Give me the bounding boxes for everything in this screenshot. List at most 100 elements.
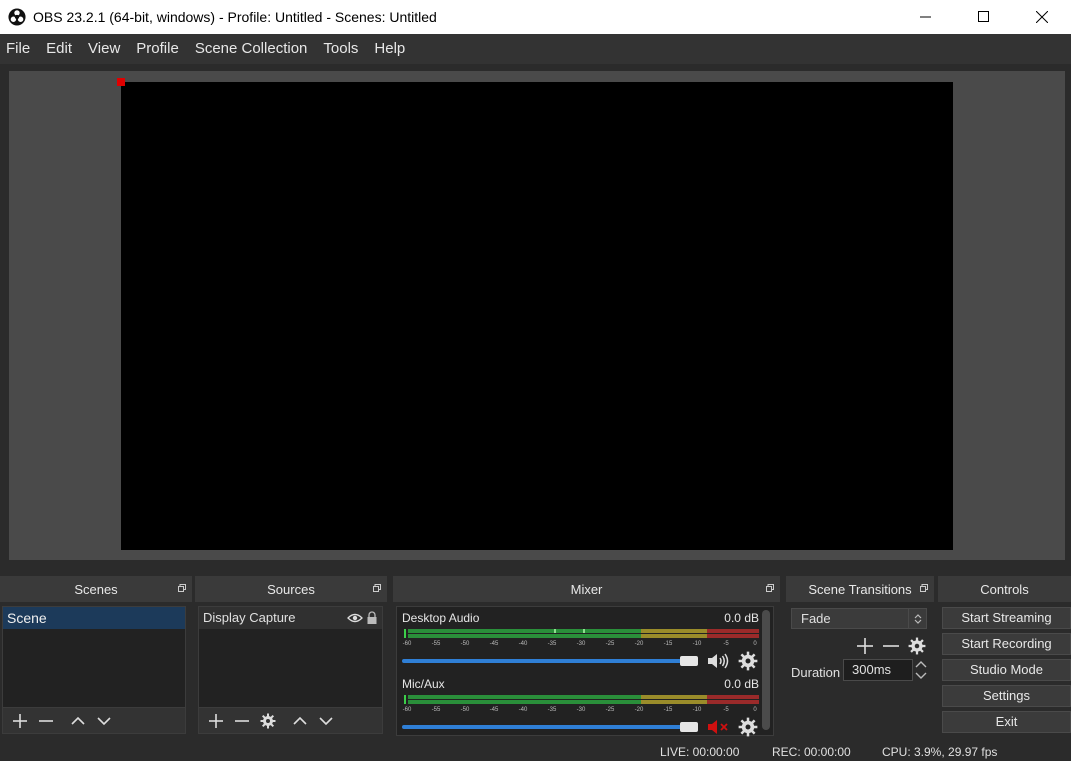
maximize-icon: [978, 11, 989, 22]
menu-tools[interactable]: Tools: [317, 34, 366, 64]
close-icon: [1036, 11, 1048, 23]
title-bar: OBS 23.2.1 (64-bit, windows) - Profile: …: [0, 0, 1071, 34]
meter-scale: -60 -55 -50 -45 -40 -35 -30 -25 -20 -15 …: [402, 639, 759, 651]
scenes-dock-title: Scenes: [74, 581, 118, 597]
move-scene-down-button[interactable]: [91, 709, 117, 733]
transition-properties-button[interactable]: [904, 634, 930, 658]
duration-label: Duration: [791, 665, 841, 680]
sources-dock-header: Sources: [195, 576, 387, 602]
meter-scale: -60 -55 -50 -45 -40 -35 -30 -25 -20 -15 …: [402, 705, 759, 717]
menu-scene-collection[interactable]: Scene Collection: [189, 34, 316, 64]
exit-button[interactable]: Exit: [942, 711, 1071, 733]
maximize-button[interactable]: [955, 0, 1013, 34]
meter-tick: -25: [605, 707, 615, 713]
mixer-dock-header: Mixer: [393, 576, 780, 602]
start-recording-button[interactable]: Start Recording: [942, 633, 1071, 655]
settings-button[interactable]: Settings: [942, 685, 1071, 707]
volume-fader[interactable]: [402, 717, 759, 737]
source-item[interactable]: Display Capture: [199, 607, 382, 629]
meter-tick: -10: [692, 641, 702, 647]
plus-icon: [857, 638, 873, 654]
sources-list[interactable]: Display Capture: [198, 606, 383, 708]
cpu-fps-status: CPU: 3.9%, 29.97 fps: [882, 745, 998, 759]
scenes-dock: Scenes Scene: [0, 576, 192, 736]
float-dock-icon[interactable]: [766, 584, 774, 592]
gear-icon[interactable]: [738, 717, 758, 737]
source-resize-handle[interactable]: [117, 78, 125, 86]
fader-knob[interactable]: [680, 722, 698, 732]
meter-tick: -35: [547, 707, 557, 713]
sources-toolbar: [198, 708, 383, 734]
window-title: OBS 23.2.1 (64-bit, windows) - Profile: …: [33, 9, 437, 25]
meter-tick: -15: [663, 707, 673, 713]
studio-mode-button[interactable]: Studio Mode: [942, 659, 1071, 681]
close-button[interactable]: [1013, 0, 1071, 34]
chevron-down-icon: [97, 716, 111, 725]
scenes-list[interactable]: Scene: [2, 606, 186, 708]
remove-transition-button[interactable]: [878, 634, 904, 658]
float-dock-icon[interactable]: [373, 584, 381, 592]
source-properties-button[interactable]: [255, 709, 281, 733]
scene-transitions-dock: Scene Transitions Fade Duration 300ms: [786, 576, 934, 736]
transition-select[interactable]: Fade: [791, 608, 927, 629]
minus-icon: [883, 645, 899, 647]
menu-profile[interactable]: Profile: [130, 34, 187, 64]
remove-scene-button[interactable]: [33, 709, 59, 733]
preview-canvas[interactable]: [121, 82, 953, 550]
scenes-dock-header: Scenes: [0, 576, 192, 602]
meter-tick: -40: [518, 641, 528, 647]
menu-view[interactable]: View: [82, 34, 128, 64]
fader-knob[interactable]: [680, 656, 698, 666]
eye-icon[interactable]: [347, 612, 363, 624]
meter-tick: -20: [634, 641, 644, 647]
channel-name: Mic/Aux: [402, 677, 445, 691]
menu-help[interactable]: Help: [368, 34, 413, 64]
plus-icon: [13, 713, 27, 728]
mixer-panel: Desktop Audio 0.0 dB -60 -55 -50 -45 -40: [396, 606, 774, 737]
menu-bar: File Edit View Profile Scene Collection …: [0, 34, 1071, 64]
menu-edit[interactable]: Edit: [40, 34, 80, 64]
gear-icon: [908, 637, 926, 655]
meter-tick: -35: [547, 641, 557, 647]
meter-tick: -45: [489, 707, 499, 713]
muted-speaker-icon[interactable]: [706, 717, 730, 737]
meter-tick: -60: [402, 707, 412, 713]
volume-meter: [402, 695, 759, 705]
gear-icon[interactable]: [738, 651, 758, 671]
speaker-icon[interactable]: [706, 651, 730, 671]
minimize-button[interactable]: [897, 0, 955, 34]
volume-fader[interactable]: [402, 651, 759, 671]
move-scene-up-button[interactable]: [65, 709, 91, 733]
meter-tick: -55: [431, 707, 441, 713]
meter-tick: -50: [460, 707, 470, 713]
add-source-button[interactable]: [203, 709, 229, 733]
mixer-channel-desktop-audio: Desktop Audio 0.0 dB -60 -55 -50 -45 -40: [402, 611, 759, 671]
float-dock-icon[interactable]: [920, 584, 928, 592]
float-dock-icon[interactable]: [178, 584, 186, 592]
meter-tick: -30: [576, 641, 586, 647]
channel-level: 0.0 dB: [724, 677, 759, 691]
controls-dock-header: Controls: [938, 576, 1071, 602]
start-streaming-button[interactable]: Start Streaming: [942, 607, 1071, 629]
meter-tick: -5: [723, 707, 729, 713]
meter-tick: -50: [460, 641, 470, 647]
meter-tick: -15: [663, 641, 673, 647]
move-source-down-button[interactable]: [313, 709, 339, 733]
meter-tick: 0: [753, 707, 757, 713]
duration-input[interactable]: 300ms: [843, 659, 913, 681]
lock-icon[interactable]: [366, 611, 378, 625]
scene-transitions-dock-header: Scene Transitions: [786, 576, 934, 602]
scene-item[interactable]: Scene: [3, 607, 185, 629]
spinner-arrows-icon[interactable]: [913, 659, 929, 681]
sources-dock: Sources Display Capture: [195, 576, 387, 736]
chevron-up-icon: [71, 716, 85, 725]
scene-transitions-dock-title: Scene Transitions: [808, 581, 912, 597]
plus-icon: [209, 713, 223, 728]
remove-source-button[interactable]: [229, 709, 255, 733]
add-transition-button[interactable]: [852, 634, 878, 658]
channel-level: 0.0 dB: [724, 611, 759, 625]
mixer-scrollbar[interactable]: [762, 610, 770, 730]
move-source-up-button[interactable]: [287, 709, 313, 733]
menu-file[interactable]: File: [0, 34, 38, 64]
add-scene-button[interactable]: [7, 709, 33, 733]
